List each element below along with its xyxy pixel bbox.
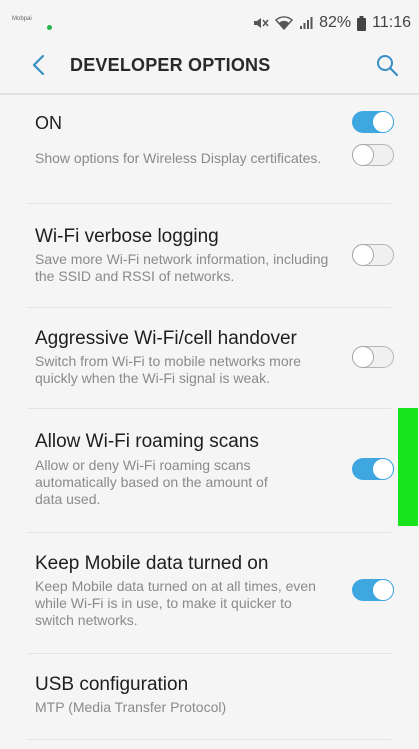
signal-icon — [300, 17, 313, 29]
notification-dot-icon — [47, 25, 52, 30]
page-title: DEVELOPER OPTIONS — [70, 55, 271, 75]
battery-icon — [357, 15, 367, 31]
wifi-roaming-scans-title: Allow Wi-Fi roaming scans — [35, 431, 259, 452]
wireless-display-cert-switch[interactable] — [352, 144, 394, 166]
keep-mobile-data-description: Keep Mobile data turned on at all times,… — [35, 578, 316, 628]
developer-options-master-row[interactable]: ON — [0, 95, 419, 150]
wifi-verbose-logging-row[interactable]: Wi-Fi verbose logging Save more Wi-Fi ne… — [0, 204, 419, 307]
mute-icon — [254, 18, 269, 28]
master-toggle-label: ON — [35, 113, 62, 133]
keep-mobile-data-row[interactable]: Keep Mobile data turned on Keep Mobile d… — [0, 533, 419, 653]
app-bar: DEVELOPER OPTIONS — [0, 40, 419, 90]
aggressive-handover-switch[interactable] — [352, 346, 394, 368]
usb-configuration-title: USB configuration — [35, 674, 189, 695]
wifi-verbose-logging-description: Save more Wi-Fi network information, inc… — [35, 251, 329, 284]
aggressive-handover-description: Switch from Wi-Fi to mobile networks mor… — [35, 353, 302, 386]
aggressive-handover-row[interactable]: Aggressive Wi-Fi/cell handover Switch fr… — [0, 308, 419, 408]
clock-time: 11:16 — [372, 14, 411, 31]
aggressive-handover-title: Aggressive Wi-Fi/cell handover — [35, 328, 297, 349]
wifi-verbose-logging-switch[interactable] — [352, 244, 394, 266]
wifi-roaming-scans-description: Allow or deny Wi-Fi roaming scans automa… — [35, 457, 268, 507]
divider — [28, 739, 391, 740]
wifi-roaming-scans-switch[interactable] — [352, 458, 394, 480]
search-icon[interactable] — [375, 53, 399, 77]
wifi-icon — [275, 16, 294, 30]
master-toggle-switch[interactable] — [352, 111, 394, 133]
keep-mobile-data-title: Keep Mobile data turned on — [35, 553, 269, 574]
wifi-roaming-scans-row[interactable]: Allow Wi-Fi roaming scans Allow or deny … — [0, 409, 419, 532]
usb-configuration-value: MTP (Media Transfer Protocol) — [35, 699, 227, 715]
wireless-display-cert-description: Show options for Wireless Display certif… — [35, 150, 322, 166]
highlight-marker — [398, 408, 418, 526]
keep-mobile-data-switch[interactable] — [352, 579, 394, 601]
battery-percent: 82% — [319, 14, 352, 31]
status-carrier-text: Mobpai — [12, 16, 32, 22]
status-bar: Mobpai 82% 11:16 — [0, 0, 419, 40]
status-icons: 82% 11:16 — [253, 14, 411, 32]
wireless-display-cert-row[interactable]: Show options for Wireless Display certif… — [0, 144, 419, 200]
wifi-verbose-logging-title: Wi-Fi verbose logging — [35, 226, 219, 247]
chevron-left-icon[interactable] — [28, 53, 50, 77]
usb-configuration-row[interactable]: USB configuration MTP (Media Transfer Pr… — [0, 654, 419, 739]
